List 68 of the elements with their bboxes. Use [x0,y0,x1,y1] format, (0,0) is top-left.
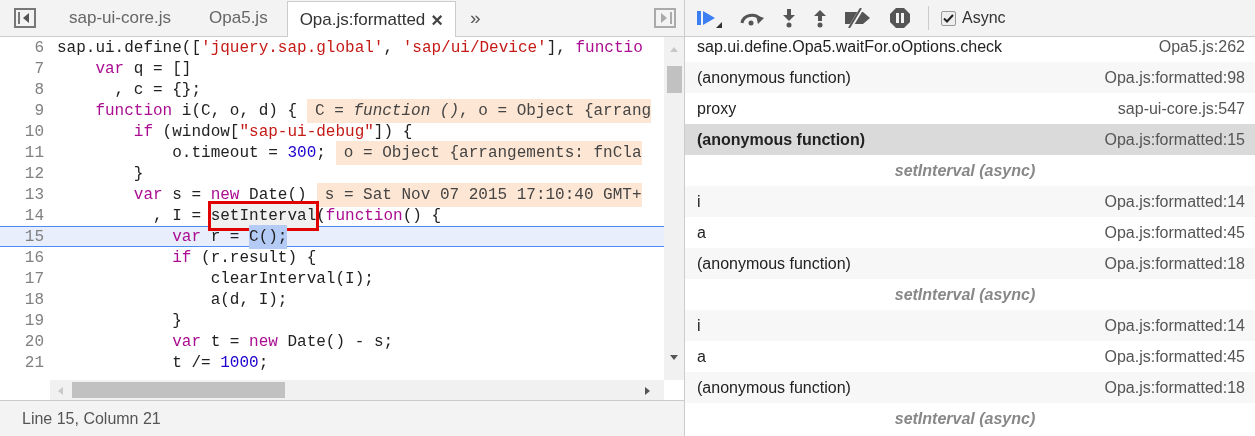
vertical-scrollbar[interactable] [664,37,684,380]
scrollbar-thumb[interactable] [667,66,682,93]
call-stack-frame[interactable]: (anonymous function) Opa.js:formatted:15 [685,124,1255,155]
resume-icon[interactable] [697,8,722,28]
toggle-navigator-icon[interactable] [14,8,36,28]
async-label: Async [962,8,1006,28]
step-into-icon[interactable] [782,8,796,28]
code-text: function i(C, o, d) { [94,100,298,122]
line-number: 16 [23,247,45,269]
code-text: , c = {}; [113,79,202,101]
code-text: a(d, I); [209,289,288,311]
step-out-icon[interactable] [813,8,827,28]
line-number: 7 [33,58,45,80]
line-number: 20 [23,331,45,353]
scroll-right-icon[interactable] [645,387,650,395]
async-separator: setInterval (async) [894,284,1037,305]
pause-on-exceptions-icon[interactable] [889,7,911,29]
code-text: } [132,163,144,185]
code-text: sap.ui.define(['jquery.sap.global', 'sap/ui/Device'], functio [57,37,643,59]
async-separator: setInterval (async) [894,408,1037,429]
call-stack-frame[interactable]: i Opa.js:formatted:14 [685,186,1255,217]
close-tab-button[interactable]: × [431,4,443,35]
inline-value: o = Object {arrangements: fnCla [335,140,642,165]
code-text: if (r.result) { [171,247,317,269]
scroll-down-icon[interactable] [670,355,678,360]
code-text: t /= 1000; [171,352,269,374]
line-number: 9 [33,100,45,122]
deactivate-breakpoints-icon[interactable] [844,8,872,28]
code-text: , I = [152,205,203,227]
code-text: var t = new Date() - s; [171,331,394,353]
more-tabs-button[interactable]: » [456,0,495,36]
line-number: 15 [23,226,45,248]
line-number: 17 [23,268,45,290]
line-number: 21 [23,352,45,374]
toggle-debugger-icon[interactable] [654,8,676,28]
code-text: } [171,310,182,332]
horizontal-scrollbar[interactable] [50,380,664,400]
code-text: (function() { [316,205,442,227]
line-number: 10 [23,121,45,143]
file-tab[interactable]: sap-ui-core.js [50,0,191,36]
inline-value: C = function (), o = Object {arrang [307,98,652,123]
async-checkbox[interactable] [941,10,956,26]
line-number: 18 [23,289,45,311]
selected-text: C(); [249,224,288,249]
cursor-position: Line 15, Column 21 [22,408,161,429]
line-number: 6 [33,37,45,59]
code-text: o.timeout = 300; [171,142,326,164]
call-stack-frame[interactable]: (anonymous function) Opa.js:formatted:98 [685,62,1255,93]
line-number: 11 [23,142,45,164]
code-text: if (window["sap-ui-debug"]) { [132,121,413,143]
code-text: var s = new Date() [132,184,307,206]
code-text: clearInterval(I); [209,268,374,290]
scrollbar-thumb[interactable] [72,382,285,398]
inline-value: s = Sat Nov 07 2015 17:10:40 GMT+ [316,182,642,207]
line-number: 13 [23,184,45,206]
call-stack-frame[interactable]: i Opa.js:formatted:14 [685,310,1255,341]
file-tab[interactable]: Opa5.js [190,0,287,36]
line-number: 12 [23,163,45,185]
file-tab[interactable]: Opa.js:formatted × [286,1,456,37]
line-number: 8 [33,79,45,101]
call-stack-frame[interactable]: (anonymous function) Opa.js:formatted:18 [685,248,1255,279]
code-text: var q = [] [94,58,192,80]
async-separator: setInterval (async) [894,160,1037,181]
call-stack-frame[interactable]: (anonymous function) Opa.js:formatted:18 [685,372,1255,403]
code-text: var r = [171,226,241,248]
line-number: 19 [23,310,45,332]
highlight-box: setInterval [210,203,317,228]
line-number: 14 [23,205,45,227]
